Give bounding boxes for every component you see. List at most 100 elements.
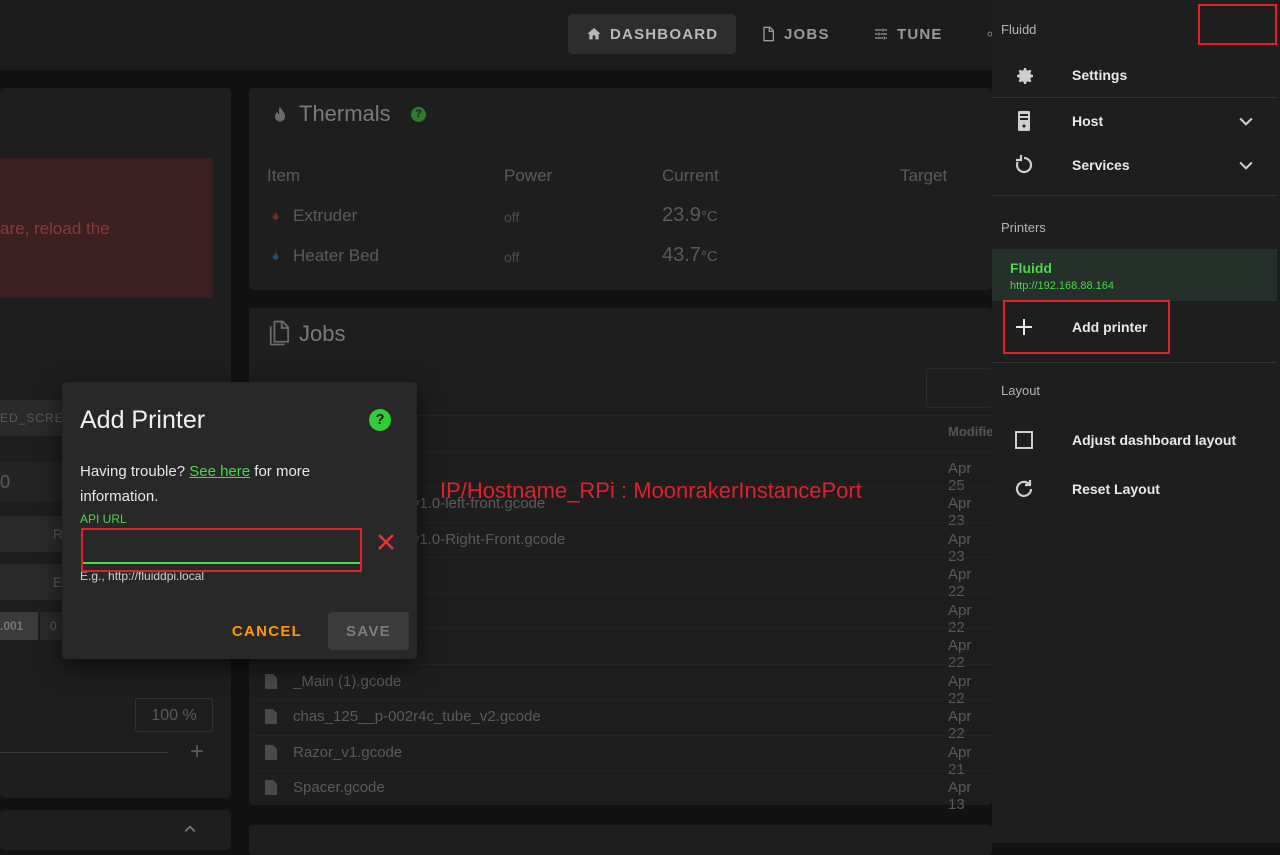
current-unit: °C <box>700 208 718 225</box>
file-date: Apr 13 <box>948 779 972 813</box>
chevron-down-icon <box>1239 161 1253 170</box>
bed-fire-icon <box>270 249 281 263</box>
file-name: Razor_v1.gcode <box>293 744 403 761</box>
file-icon <box>265 709 277 724</box>
nav-overflow-icon: ⚬ <box>984 26 996 42</box>
position-input[interactable]: 0 <box>0 462 62 502</box>
printers-header: Printers <box>1001 220 1046 235</box>
step-size-button[interactable]: .001 <box>0 612 38 640</box>
current-unit: °C <box>700 248 718 265</box>
printer-name: Fluidd <box>1010 260 1052 276</box>
home-r-button[interactable]: R <box>0 516 63 552</box>
fire-icon <box>270 104 290 126</box>
drawer-app-name: Fluidd <box>1001 22 1037 37</box>
cancel-button[interactable]: CANCEL <box>225 612 309 650</box>
table-row[interactable]: chas_125__p-002r4c_tube_v2.gcode Apr 22 <box>250 699 992 742</box>
nav-tune-label: TUNE <box>897 25 943 43</box>
annotation-text: IP/Hostname_RPi : MoonrakerInstancePort <box>440 478 862 503</box>
drawer-item-label: Services <box>1072 156 1130 173</box>
printer-item-active[interactable]: Fluidd http://192.168.88.164 <box>992 249 1277 301</box>
thermals-header-target: Target <box>900 166 948 185</box>
gear-icon <box>1017 67 1033 84</box>
refresh-icon <box>1015 479 1033 497</box>
extruder-fire-icon <box>270 209 281 223</box>
server-icon <box>1018 110 1030 131</box>
add-printer-dialog: Add Printer ? Having trouble? See here f… <box>62 382 417 659</box>
restart-icon <box>1015 154 1033 173</box>
home-icon <box>587 28 601 40</box>
files-icon <box>268 320 290 347</box>
see-here-link[interactable]: See here <box>189 463 250 480</box>
file-icon <box>265 674 277 689</box>
layout-header: Layout <box>1001 383 1041 398</box>
help-icon[interactable]: ? <box>411 107 426 122</box>
close-icon[interactable] <box>374 530 398 554</box>
help-text-prefix: Having trouble? <box>80 463 190 480</box>
chevron-up-icon[interactable] <box>183 822 197 836</box>
drawer-item-label: Host <box>1072 112 1104 129</box>
file-icon <box>265 745 277 760</box>
nav-tune-button[interactable]: TUNE <box>855 14 961 54</box>
file-name: chas_125__p-002r4c_tube_v2.gcode <box>293 708 541 725</box>
drawer-item-label: Settings <box>1072 66 1128 83</box>
save-button[interactable]: SAVE <box>328 612 409 650</box>
jobs-search-input[interactable] <box>926 368 992 408</box>
drawer-item-host[interactable]: Host <box>992 98 1277 143</box>
drawer-divider <box>992 362 1277 363</box>
adjust-layout-label: Adjust dashboard layout <box>1072 431 1237 448</box>
speed-percent-input[interactable]: 100 % <box>135 698 213 732</box>
warning-text: are, reload the <box>0 219 110 238</box>
speed-slider[interactable] <box>0 752 168 753</box>
checkbox-icon <box>1015 430 1033 449</box>
drawer-item-services[interactable]: Services <box>992 142 1277 187</box>
plus-icon[interactable]: + <box>190 738 204 766</box>
step-size-button-2[interactable]: 0 <box>40 612 62 640</box>
thermal-row-power: off <box>504 249 520 265</box>
tune-icon <box>875 28 887 40</box>
file-name: _Main (1).gcode <box>293 673 402 690</box>
nav-dashboard-label: DASHBOARD <box>610 25 719 43</box>
home-e-label: E <box>53 574 63 590</box>
nav-jobs-label: JOBS <box>784 25 830 43</box>
table-row[interactable]: Spacer.gcode Apr 13 <box>250 770 992 813</box>
jobs-header-modified[interactable]: Modifie <box>948 424 994 439</box>
thermals-title: Thermals <box>299 101 391 126</box>
file-icon <box>763 26 774 42</box>
reset-layout-item[interactable]: Reset Layout <box>992 466 1277 511</box>
thermal-row-current: 43.7°C <box>662 244 718 267</box>
jobs-title: Jobs <box>299 321 346 346</box>
nav-dashboard-button[interactable]: DASHBOARD <box>568 14 737 54</box>
thermals-header-item: Item <box>267 166 301 185</box>
screw-tilt-button[interactable]: ED_SCRE <box>0 400 63 436</box>
dialog-title: Add Printer <box>80 406 206 434</box>
api-url-highlight-box <box>81 528 362 572</box>
close-drawer-highlight-box[interactable] <box>1198 4 1277 45</box>
table-row[interactable]: Razor_v1.gcode Apr 21 <box>250 735 992 778</box>
add-printer-highlight-box <box>1003 300 1170 354</box>
dialog-help-text: Having trouble? See here for more inform… <box>80 459 360 509</box>
thermal-row-current: 23.9°C <box>662 204 718 227</box>
current-value: 43.7 <box>662 244 701 266</box>
drawer-item-settings[interactable]: Settings <box>992 52 1277 97</box>
reset-layout-label: Reset Layout <box>1072 480 1160 497</box>
drawer-divider <box>992 195 1277 196</box>
nav-jobs-button[interactable]: JOBS <box>742 14 848 54</box>
thermal-row-name: Extruder <box>293 206 358 225</box>
printer-url: http://192.168.88.164 <box>1010 280 1114 292</box>
bottom-card <box>249 825 992 855</box>
thermal-row-name: Heater Bed <box>293 246 379 265</box>
file-name: Spacer.gcode <box>293 779 385 796</box>
table-row[interactable]: _Main (1).gcode Apr 22 <box>250 664 992 707</box>
chevron-down-icon <box>1239 117 1253 126</box>
current-value: 23.9 <box>662 204 701 226</box>
file-name: s_v1.0-Right-Front.gcode <box>396 531 566 548</box>
home-e-button[interactable]: E <box>0 564 62 600</box>
thermals-header-current: Current <box>662 166 719 185</box>
help-icon[interactable]: ? <box>369 409 391 431</box>
file-icon <box>265 780 277 795</box>
warning-banner: are, reload the <box>0 158 213 298</box>
thermals-header-power: Power <box>504 166 553 185</box>
thermal-row-power: off <box>504 209 520 225</box>
adjust-dashboard-layout-item[interactable]: Adjust dashboard layout <box>992 417 1277 462</box>
api-url-label: API URL <box>80 512 127 526</box>
